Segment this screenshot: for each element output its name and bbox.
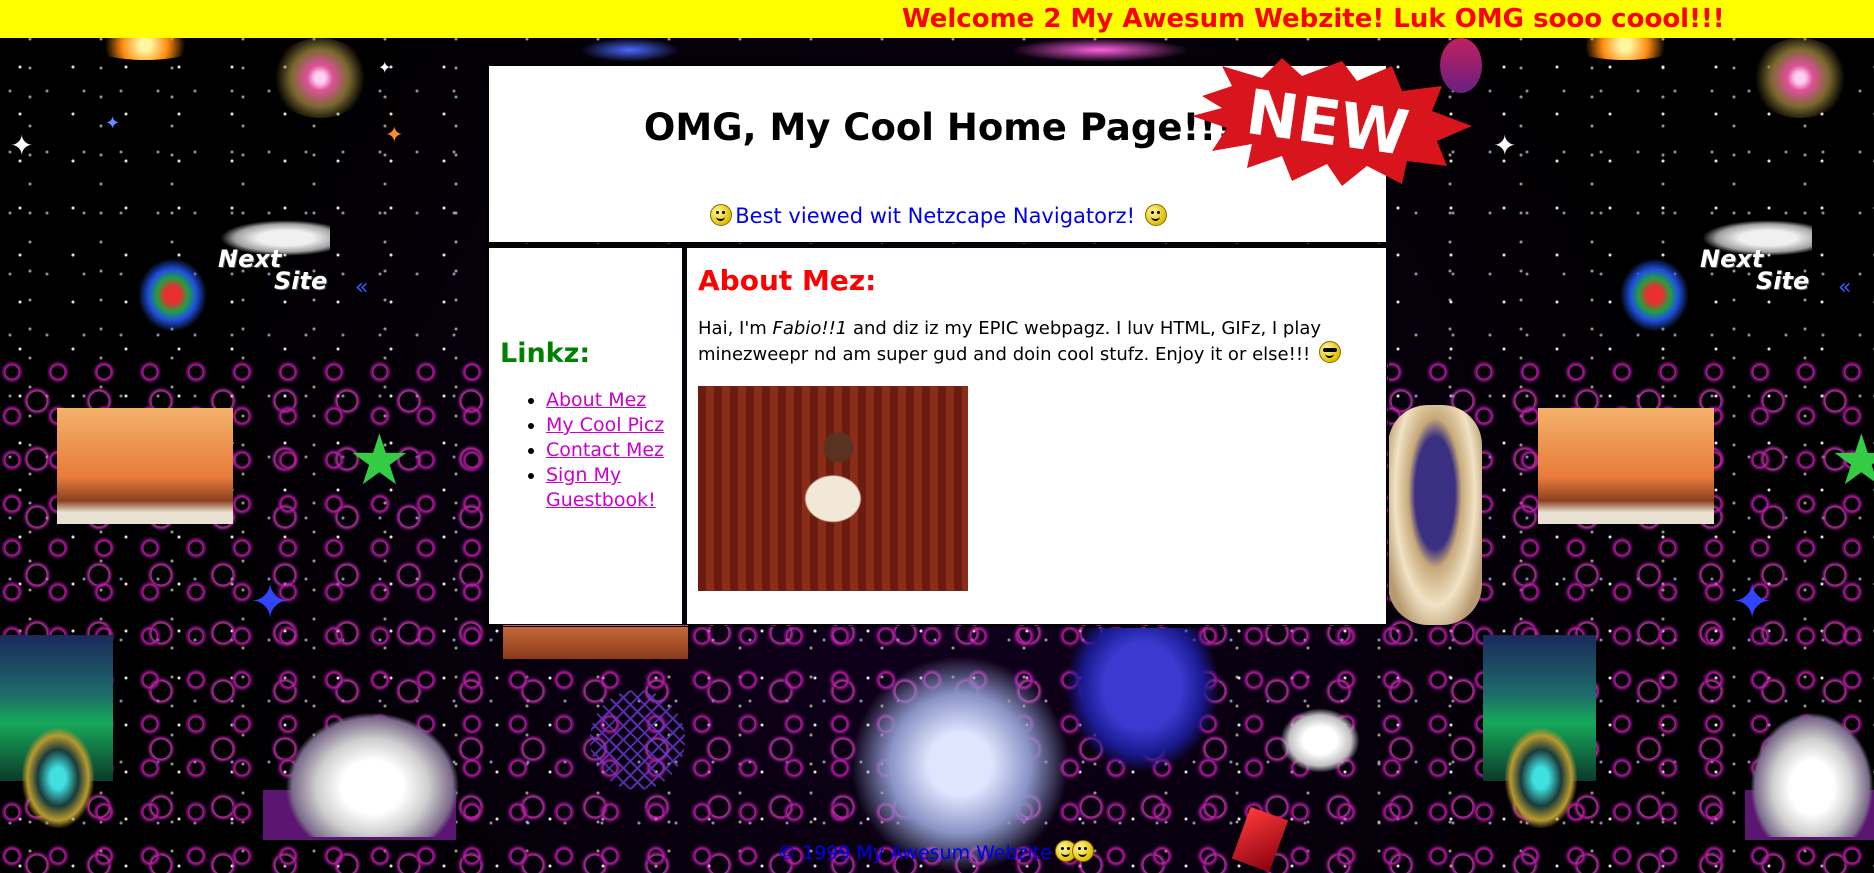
lantern-image — [1505, 728, 1577, 828]
link-sign-guestbook[interactable]: Sign My Guestbook! — [546, 464, 656, 511]
lantern-image — [22, 728, 94, 828]
wizard-image — [1065, 628, 1220, 773]
nebula-image — [270, 38, 370, 118]
footer-text: © 1999 My Awesum Webzite — [777, 842, 1052, 864]
butterfly-image — [1617, 255, 1692, 335]
list-item: Sign My Guestbook! — [546, 463, 676, 513]
marquee-bar: Welcome 2 My Awesum Webzite! Luk OMG soo… — [0, 0, 1874, 38]
sparkle-icon: ✦ — [378, 58, 392, 77]
dancing-man-gif — [698, 386, 968, 591]
parachute-sunset-image — [1538, 408, 1714, 524]
blue-glow-image — [580, 38, 680, 62]
smiley-icon — [710, 204, 733, 226]
fireworks-image — [1010, 38, 1190, 62]
crystal-image — [1750, 712, 1874, 837]
next-site-label: Next Site — [1700, 245, 1810, 295]
parachute-sunset-image — [57, 408, 233, 524]
about-heading: About Mez: — [698, 264, 877, 297]
smiley-icon — [1144, 204, 1167, 226]
sparkle-icon: ✦ — [385, 123, 404, 148]
list-item: About Mez — [546, 388, 676, 413]
link-about-mez[interactable]: About Mez — [546, 389, 646, 411]
crystal-image — [285, 712, 460, 837]
next-site-label: Next Site — [218, 245, 328, 295]
sparkle-icon: ✦ — [1493, 129, 1517, 162]
link-my-cool-picz[interactable]: My Cool Picz — [546, 414, 664, 436]
sidebar-cell: Linkz: About Mez My Cool Picz Contact Me… — [486, 245, 685, 627]
best-viewed-note: Best viewed wit Netzcape Navigatorz! — [489, 204, 1388, 228]
content-cell: About Mez: Hai, I'm Fabio!!1 and diz iz … — [684, 245, 1389, 627]
dove-image — [1280, 708, 1360, 773]
blue-star-icon: ✦ — [250, 574, 291, 630]
list-item: My Cool Picz — [546, 413, 676, 438]
blue-arrow-icon: « — [355, 275, 369, 300]
red-rock-image — [503, 625, 688, 659]
blue-star-icon: ✦ — [1732, 574, 1773, 630]
list-item: Contact Mez — [546, 438, 676, 463]
links-list: About Mez My Cool Picz Contact Mez Sign … — [501, 388, 676, 513]
coffee-cup-image — [1388, 405, 1482, 625]
smiley-icon — [1071, 840, 1094, 862]
about-text: Hai, I'm Fabio!!1 and diz iz my EPIC web… — [698, 316, 1358, 367]
sparkle-icon: ✦ — [10, 129, 34, 162]
new-badge: NEW — [1192, 58, 1472, 186]
nebula-image — [1750, 38, 1850, 118]
best-viewed-text: Best viewed wit Netzcape Navigatorz! — [735, 204, 1136, 228]
butterfly-image — [135, 255, 210, 335]
sparkle-icon: ✦ — [105, 113, 121, 134]
marquee-text: Welcome 2 My Awesum Webzite! Luk OMG soo… — [902, 4, 1725, 34]
green-star-icon: ★ — [348, 419, 411, 501]
link-contact-mez[interactable]: Contact Mez — [546, 439, 664, 461]
green-star-icon: ★ — [1830, 419, 1874, 501]
sunglasses-smiley-icon — [1318, 341, 1341, 363]
author-name: Fabio!!1 — [772, 318, 848, 339]
links-heading: Linkz: — [500, 338, 591, 369]
blue-arrow-icon: « — [1838, 275, 1852, 300]
footer: © 1999 My Awesum Webzite — [0, 840, 1874, 864]
purple-net-image — [590, 690, 685, 790]
